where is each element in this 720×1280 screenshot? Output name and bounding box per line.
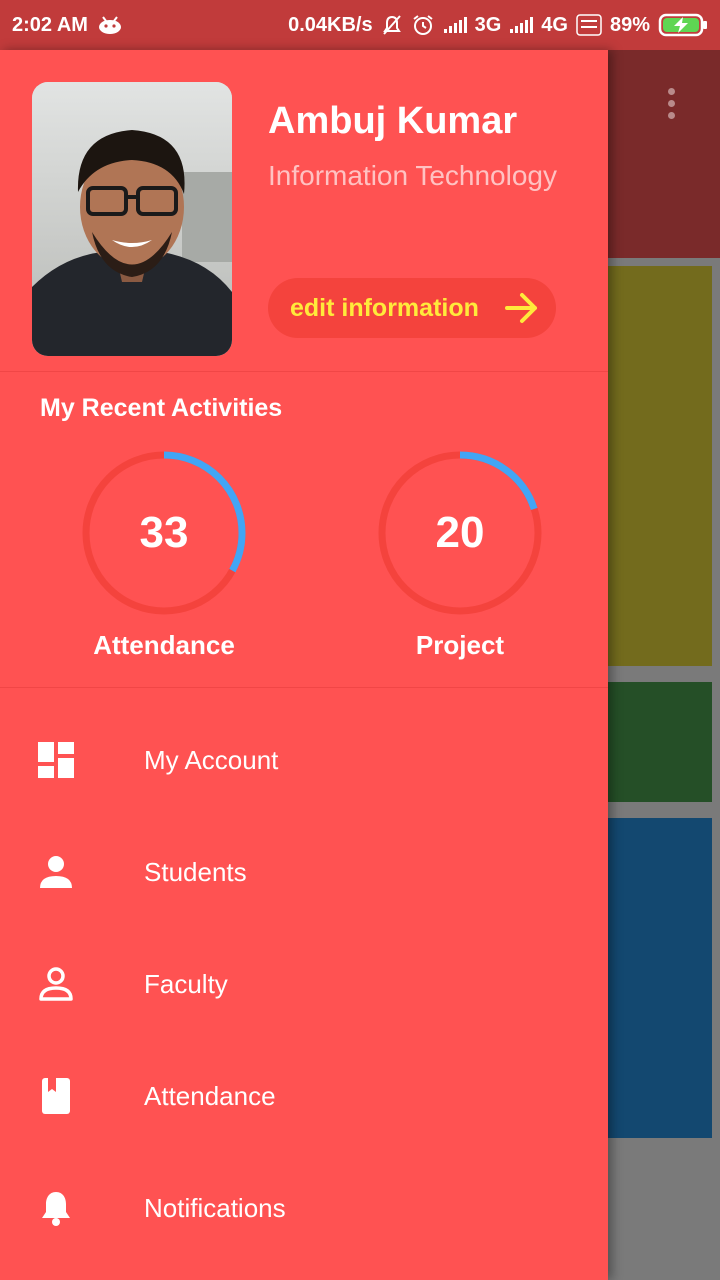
recent-activities: My Recent Activities 33 Attendance 20 Pr…	[0, 372, 608, 688]
edit-information-label: edit information	[290, 293, 479, 322]
bell-icon	[38, 1190, 74, 1226]
profile-photo[interactable]	[32, 82, 232, 356]
book-icon	[38, 1078, 74, 1114]
edit-information-button[interactable]: edit information	[268, 278, 556, 338]
net-speed: 0.04KB/s	[288, 13, 373, 36]
attendance-value: 33	[139, 508, 189, 557]
user-department: Information Technology	[268, 160, 557, 191]
menu-item-label: My Account	[144, 744, 279, 775]
attendance-gauge-label: Attendance	[93, 630, 235, 660]
android-icon	[98, 16, 122, 34]
person-icon	[38, 854, 74, 890]
background-card-yellow	[608, 266, 712, 666]
background-card-green	[608, 682, 712, 802]
project-gauge-label: Project	[415, 630, 505, 660]
attendance-gauge[interactable]: 33	[79, 448, 249, 618]
battery-charging-icon	[658, 13, 708, 37]
project-gauge[interactable]: 20	[375, 448, 545, 618]
overflow-menu-icon	[664, 88, 678, 128]
network-3g: 3G	[474, 13, 502, 36]
signal-icon-2	[509, 16, 534, 34]
user-name: Ambuj Kumar	[268, 100, 518, 142]
dashboard-icon	[38, 742, 74, 778]
battery-percent: 89%	[609, 13, 650, 36]
network-4g: 4G	[541, 13, 568, 36]
status-time: 2:02 AM	[12, 13, 88, 36]
mute-bell-icon	[381, 14, 403, 36]
menu-item-faculty[interactable]: Faculty	[0, 928, 608, 1040]
menu-item-label: Students	[144, 856, 247, 887]
background-card-blue	[608, 818, 712, 1138]
menu-item-my-account[interactable]: My Account	[0, 704, 608, 816]
drawer-menu: My Account Students Faculty Attendance N…	[0, 704, 608, 1264]
menu-item-notifications[interactable]: Notifications	[0, 1152, 608, 1264]
volte-icon	[576, 14, 602, 36]
menu-item-label: Faculty	[144, 968, 228, 999]
menu-item-label: Attendance	[144, 1080, 276, 1111]
project-value: 20	[435, 508, 485, 557]
activities-title: My Recent Activities	[40, 394, 283, 422]
profile-header: Ambuj Kumar Information Technology edit …	[0, 50, 608, 372]
navigation-drawer: Ambuj Kumar Information Technology edit …	[0, 50, 608, 1280]
alarm-icon	[411, 13, 435, 37]
menu-item-label: Notifications	[144, 1192, 286, 1223]
arrow-right-icon	[504, 291, 540, 330]
person-outline-icon	[38, 966, 74, 1002]
signal-icon-1	[443, 16, 467, 34]
menu-item-students[interactable]: Students	[0, 816, 608, 928]
menu-item-attendance[interactable]: Attendance	[0, 1040, 608, 1152]
status-bar: 2:02 AM 0.04KB/s 3G 4G 89%	[0, 0, 720, 50]
